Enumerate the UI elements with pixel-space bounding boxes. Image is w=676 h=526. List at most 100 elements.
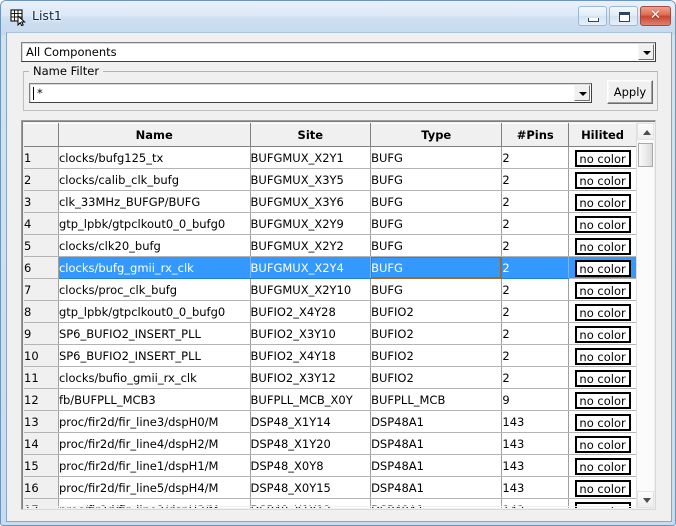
cell-name[interactable]: clocks/clk20_bufg — [58, 234, 251, 257]
scroll-down-button[interactable] — [637, 491, 654, 508]
table-row[interactable]: 5 clocks/clk20_bufg BUFGMUX_X2Y2 BUFG 2 no co… — [24, 234, 637, 257]
components-grid[interactable]: Name Site Type #Pins Hilited 1 clocks/buf… — [24, 123, 637, 508]
cell-name[interactable]: clocks/calib_clk_bufg — [58, 168, 251, 191]
name-filter-dropdown-button[interactable] — [574, 85, 590, 101]
cell-pins[interactable]: 9 — [501, 388, 570, 411]
cell-hilited[interactable]: no color — [568, 212, 637, 235]
hilited-color-button[interactable]: no color — [574, 149, 631, 167]
hilited-color-button[interactable]: no color — [574, 457, 631, 475]
cell-type[interactable]: BUFIO2 — [370, 366, 503, 389]
cell-name[interactable]: SP6_BUFIO2_INSERT_PLL — [58, 344, 251, 367]
cell-pins[interactable]: 2 — [501, 234, 570, 257]
cell-rownum[interactable]: 1 — [24, 146, 59, 169]
title-bar[interactable]: List1 ✕ — [1, 1, 675, 33]
hilited-color-button[interactable]: no color — [574, 325, 631, 343]
cell-rownum[interactable]: 10 — [24, 344, 59, 367]
cell-rownum[interactable]: 16 — [24, 476, 59, 499]
column-header-site[interactable]: Site — [250, 123, 372, 147]
cell-name[interactable]: clocks/bufg_gmii_rx_clk — [58, 256, 251, 279]
table-row[interactable]: 11 clocks/bufio_gmii_rx_clk BUFIO2_X3Y12 BU… — [24, 366, 637, 389]
cell-site[interactable]: BUFGMUX_X2Y4 — [250, 256, 372, 279]
cell-hilited[interactable]: no color — [568, 234, 637, 257]
cell-type[interactable]: BUFG — [370, 278, 503, 301]
cell-type[interactable]: BUFG — [370, 256, 503, 279]
minimize-button[interactable] — [578, 6, 607, 26]
table-row[interactable]: 13 proc/fir2d/fir_line3/dspH0/M DSP48_X1Y1… — [24, 410, 637, 433]
cell-name[interactable]: proc/fir2d/fir_line4/dspH2/M — [58, 432, 251, 455]
cell-type[interactable]: BUFG — [370, 168, 503, 191]
vertical-scrollbar[interactable] — [636, 123, 654, 508]
hilited-color-button[interactable]: no color — [574, 391, 631, 409]
cell-rownum[interactable]: 11 — [24, 366, 59, 389]
cell-hilited[interactable]: no color — [568, 168, 637, 191]
hilited-color-button[interactable]: no color — [574, 259, 631, 277]
cell-pins[interactable]: 2 — [501, 146, 570, 169]
table-row[interactable]: 10 SP6_BUFIO2_INSERT_PLL BUFIO2_X4Y18 BUFIO… — [24, 344, 637, 367]
cell-pins[interactable]: 2 — [501, 168, 570, 191]
cell-rownum[interactable]: 6 — [24, 256, 59, 279]
cell-type[interactable]: BUFPLL_MCB — [370, 388, 503, 411]
table-row[interactable]: 7 clocks/proc_clk_bufg BUFGMUX_X2Y10 BUFG 2 n… — [24, 278, 637, 301]
cell-pins[interactable]: 143 — [501, 432, 570, 455]
hilited-color-button[interactable]: no color — [574, 237, 631, 255]
table-row[interactable]: 2 clocks/calib_clk_bufg BUFGMUX_X3Y5 BUFG 2 n… — [24, 168, 637, 191]
cell-hilited[interactable]: no color — [568, 322, 637, 345]
cell-rownum[interactable]: 2 — [24, 168, 59, 191]
cell-site[interactable]: BUFIO2_X3Y12 — [250, 366, 372, 389]
table-row[interactable]: 9 SP6_BUFIO2_INSERT_PLL BUFIO2_X3Y10 BUFIO2… — [24, 322, 637, 345]
cell-site[interactable]: DSP48_X1Y14 — [250, 410, 372, 433]
cell-pins[interactable]: 2 — [501, 322, 570, 345]
cell-type[interactable]: DSP48A1 — [370, 432, 503, 455]
cell-pins[interactable]: 2 — [501, 256, 570, 279]
cell-site[interactable]: BUFGMUX_X2Y1 — [250, 146, 372, 169]
cell-type[interactable]: BUFG — [370, 146, 503, 169]
cell-type[interactable]: BUFIO2 — [370, 300, 503, 323]
cell-pins[interactable]: 2 — [501, 278, 570, 301]
cell-site[interactable]: BUFPLL_MCB_X0Y — [250, 388, 372, 411]
cell-name[interactable]: gtp_lpbk/gtpclkout0_0_bufg0 — [58, 300, 251, 323]
maximize-button[interactable] — [609, 6, 638, 26]
column-header-type[interactable]: Type — [370, 123, 503, 147]
cell-pins[interactable]: 143 — [501, 476, 570, 499]
cell-pins[interactable]: 143 — [501, 454, 570, 477]
cell-rownum[interactable]: 15 — [24, 454, 59, 477]
cell-site[interactable]: BUFGMUX_X2Y2 — [250, 234, 372, 257]
hilited-color-button[interactable]: no color — [574, 193, 631, 211]
cell-name[interactable]: gtp_lpbk/gtpclkout0_0_bufg0 — [58, 212, 251, 235]
cell-hilited[interactable]: no color — [568, 388, 637, 411]
hilited-color-button[interactable]: no color — [574, 413, 631, 431]
cell-site[interactable]: BUFGMUX_X3Y6 — [250, 190, 372, 213]
column-header-name[interactable]: Name — [58, 123, 251, 147]
apply-button[interactable]: Apply — [607, 80, 653, 104]
table-row[interactable]: 8 gtp_lpbk/gtpclkout0_0_bufg0 BUFIO2_X4Y28… — [24, 300, 637, 323]
cell-type[interactable]: BUFG — [370, 212, 503, 235]
cell-site[interactable]: BUFGMUX_X2Y9 — [250, 212, 372, 235]
cell-name[interactable]: proc/fir2d/fir_line3/dspH0/M — [58, 410, 251, 433]
cell-pins[interactable]: 2 — [501, 300, 570, 323]
cell-pins[interactable]: 2 — [501, 212, 570, 235]
close-button[interactable]: ✕ — [640, 6, 671, 26]
cell-hilited[interactable]: no color — [568, 476, 637, 499]
scroll-up-button[interactable] — [637, 123, 654, 140]
cell-hilited[interactable]: no color — [568, 432, 637, 455]
cell-site[interactable]: DSP48_X0Y15 — [250, 476, 372, 499]
cell-rownum[interactable]: 13 — [24, 410, 59, 433]
table-row[interactable]: 12 fb/BUFPLL_MCB3 BUFPLL_MCB_X0Y BUFPLL_MCB… — [24, 388, 637, 411]
cell-rownum[interactable]: 12 — [24, 388, 59, 411]
hilited-color-button[interactable]: no color — [574, 171, 631, 189]
cell-type[interactable]: BUFIO2 — [370, 322, 503, 345]
table-row[interactable]: 15 proc/fir2d/fir_line1/dspH1/M DSP48_X0Y8… — [24, 454, 637, 477]
cell-name[interactable]: proc/fir2d/fir_line5/dspH4/M — [58, 476, 251, 499]
cell-hilited[interactable]: no color — [568, 366, 637, 389]
column-header-hilited[interactable]: Hilited — [568, 123, 637, 147]
table-row[interactable]: 6 clocks/bufg_gmii_rx_clk BUFGMUX_X2Y4 BUFG… — [24, 256, 637, 279]
cell-rownum[interactable]: 7 — [24, 278, 59, 301]
cell-hilited[interactable]: no color — [568, 190, 637, 213]
cell-rownum[interactable]: 3 — [24, 190, 59, 213]
cell-pins[interactable]: 143 — [501, 410, 570, 433]
hilited-color-button[interactable]: no color — [574, 369, 631, 387]
cell-site[interactable]: BUFIO2_X4Y28 — [250, 300, 372, 323]
cell-hilited[interactable]: no color — [568, 256, 637, 279]
hilited-color-button[interactable]: no color — [574, 303, 631, 321]
cell-site[interactable]: BUFIO2_X3Y10 — [250, 322, 372, 345]
